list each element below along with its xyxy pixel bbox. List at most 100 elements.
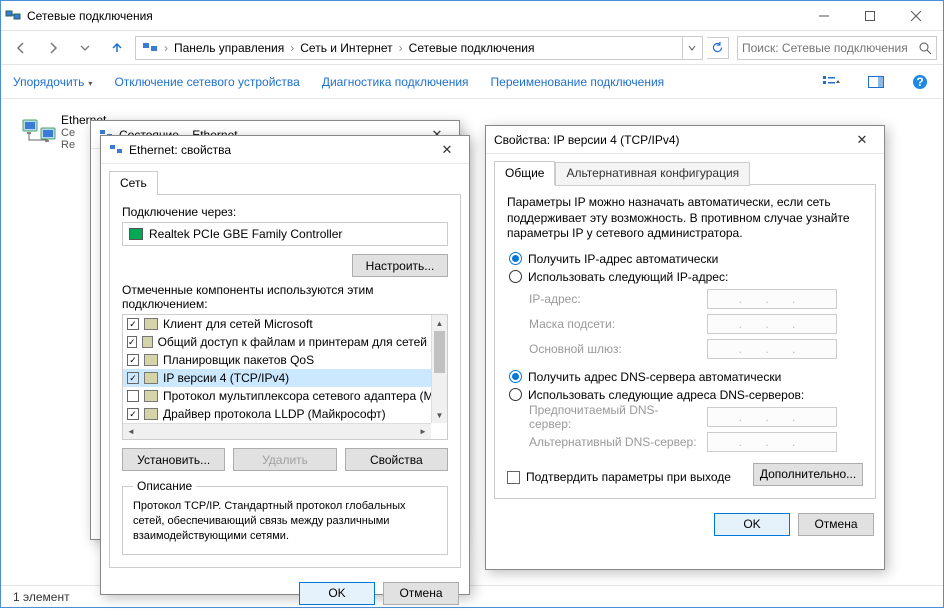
window-title: Сетевые подключения — [27, 9, 801, 23]
checkbox-icon[interactable]: ✓ — [127, 336, 137, 348]
tab-alternate[interactable]: Альтернативная конфигурация — [555, 162, 750, 186]
configure-button[interactable]: Настроить... — [352, 254, 448, 277]
disable-device-cmd[interactable]: Отключение сетевого устройства — [114, 75, 299, 89]
breadcrumb-item[interactable]: Панель управления — [170, 41, 288, 55]
component-item[interactable]: ✓Клиент для сетей Microsoft — [123, 315, 447, 333]
view-options-button[interactable] — [821, 71, 843, 93]
radio-manual-ip[interactable]: Использовать следующий IP-адрес: — [509, 270, 863, 284]
refresh-button[interactable] — [707, 37, 729, 59]
chevron-right-icon[interactable]: › — [397, 41, 405, 55]
gateway-field: . . . — [707, 339, 837, 359]
advanced-button[interactable]: Дополнительно... — [753, 463, 863, 486]
radio-manual-dns[interactable]: Использовать следующие адреса DNS-сервер… — [509, 388, 863, 402]
checkbox-label: Подтвердить параметры при выходе — [526, 470, 731, 484]
chevron-right-icon[interactable]: › — [288, 41, 296, 55]
address-dropdown-button[interactable] — [682, 37, 700, 59]
search-icon — [918, 41, 932, 55]
close-button[interactable]: ✕ — [848, 128, 876, 152]
radio-icon — [509, 388, 522, 401]
scroll-up-icon[interactable]: ▲ — [432, 315, 447, 331]
checkbox-icon[interactable]: ✓ — [127, 408, 139, 420]
checkbox-icon[interactable]: ✓ — [127, 372, 139, 384]
vertical-scrollbar[interactable]: ▲ ▼ — [431, 315, 447, 423]
maximize-button[interactable] — [847, 1, 893, 31]
tab-general[interactable]: Общие — [494, 161, 555, 185]
subnet-mask-field: . . . — [707, 314, 837, 334]
checkbox-icon[interactable]: ✓ — [127, 354, 139, 366]
search-box[interactable] — [737, 36, 937, 60]
adapter-icon — [109, 143, 123, 157]
app-icon — [5, 8, 21, 24]
status-text: 1 элемент — [13, 590, 70, 604]
scroll-thumb[interactable] — [434, 331, 445, 373]
install-button[interactable]: Установить... — [122, 448, 225, 471]
location-icon — [142, 40, 158, 56]
chevron-right-icon[interactable]: › — [162, 41, 170, 55]
history-button[interactable] — [71, 35, 99, 61]
radio-auto-ip[interactable]: Получить IP-адрес автоматически — [509, 252, 863, 266]
ok-button[interactable]: OK — [714, 513, 790, 536]
cancel-button[interactable]: Отмена — [383, 582, 459, 605]
checkbox-icon[interactable] — [127, 390, 139, 402]
close-button[interactable] — [893, 1, 939, 31]
component-label: Протокол мультиплексора сетевого адаптер… — [163, 389, 440, 403]
component-item[interactable]: ✓ Драйвер протокола LLDP (Майкрософт) — [123, 405, 447, 423]
nic-icon — [129, 228, 143, 240]
radio-icon — [509, 270, 522, 283]
description-group: Описание Протокол TCP/IP. Стандартный пр… — [122, 479, 448, 555]
component-label: Общий доступ к файлам и принтерам для се… — [158, 335, 443, 349]
component-label: Драйвер протокола LLDP (Майкрософт) — [163, 407, 386, 421]
radio-auto-dns[interactable]: Получить адрес DNS-сервера автоматически — [509, 370, 863, 384]
help-button[interactable]: ? — [909, 71, 931, 93]
up-button[interactable] — [103, 35, 131, 61]
tab-strip: Сеть — [101, 164, 469, 194]
adapter-field[interactable]: Realtek PCIe GBE Family Controller — [122, 222, 448, 246]
component-icon — [142, 336, 153, 348]
horizontal-scrollbar[interactable]: ◄ ► — [123, 423, 431, 439]
component-item[interactable]: ✓ Общий доступ к файлам и принтерам для с… — [123, 333, 447, 351]
tab-network[interactable]: Сеть — [109, 171, 158, 195]
ok-button[interactable]: OK — [299, 582, 375, 605]
ip-address-field: . . . — [707, 289, 837, 309]
radio-label: Получить IP-адрес автоматически — [528, 252, 718, 266]
command-bar: Упорядочить Отключение сетевого устройст… — [1, 65, 943, 99]
alternate-dns-field: . . . — [707, 432, 837, 452]
organize-menu[interactable]: Упорядочить — [13, 75, 92, 89]
properties-button[interactable]: Свойства — [345, 448, 448, 471]
scroll-right-icon[interactable]: ► — [415, 424, 431, 439]
tab-strip: Общие Альтернативная конфигурация — [486, 154, 884, 184]
breadcrumb-item[interactable]: Сеть и Интернет — [296, 41, 396, 55]
scroll-left-icon[interactable]: ◄ — [123, 424, 139, 439]
checkbox-icon[interactable]: ✓ — [127, 318, 139, 330]
rename-cmd[interactable]: Переименование подключения — [491, 75, 665, 89]
minimize-button[interactable] — [801, 1, 847, 31]
component-item[interactable]: ✓Планировщик пакетов QoS — [123, 351, 447, 369]
component-label: IP версии 4 (TCP/IPv4) — [163, 371, 289, 385]
close-button[interactable]: ✕ — [433, 138, 461, 162]
validate-checkbox[interactable]: Подтвердить параметры при выходе — [507, 470, 731, 484]
ethernet-properties-dialog: Ethernet: свойства ✕ Сеть Подключение че… — [100, 135, 470, 595]
component-item[interactable]: ✓ IP версии 4 (TCP/IPv4) — [123, 369, 447, 387]
component-icon — [144, 408, 158, 420]
uninstall-button: Удалить — [233, 448, 336, 471]
components-list[interactable]: ✓Клиент для сетей Microsoft✓Общий доступ… — [122, 314, 448, 440]
radio-icon — [509, 252, 522, 265]
breadcrumb-item[interactable]: Сетевые подключения — [405, 41, 539, 55]
tab-body: Подключение через: Realtek PCIe GBE Fami… — [109, 194, 461, 568]
back-button[interactable] — [7, 35, 35, 61]
forward-button[interactable] — [39, 35, 67, 61]
radio-label: Использовать следующий IP-адрес: — [528, 270, 728, 284]
components-label: Отмеченные компоненты используются этим … — [122, 283, 448, 311]
diagnose-cmd[interactable]: Диагностика подключения — [322, 75, 469, 89]
search-input[interactable] — [742, 41, 918, 55]
radio-label: Использовать следующие адреса DNS-сервер… — [528, 388, 804, 402]
cancel-button[interactable]: Отмена — [798, 513, 874, 536]
window-buttons — [801, 1, 939, 31]
scroll-down-icon[interactable]: ▼ — [432, 407, 447, 423]
adapter-name: Realtek PCIe GBE Family Controller — [149, 227, 342, 241]
component-item[interactable]: Протокол мультиплексора сетевого адаптер… — [123, 387, 447, 405]
preview-pane-button[interactable] — [865, 71, 887, 93]
dialog-titlebar: Свойства: IP версии 4 (TCP/IPv4) ✕ — [486, 126, 884, 154]
component-icon — [144, 372, 158, 384]
breadcrumb-bar[interactable]: › Панель управления › Сеть и Интернет › … — [135, 36, 703, 60]
